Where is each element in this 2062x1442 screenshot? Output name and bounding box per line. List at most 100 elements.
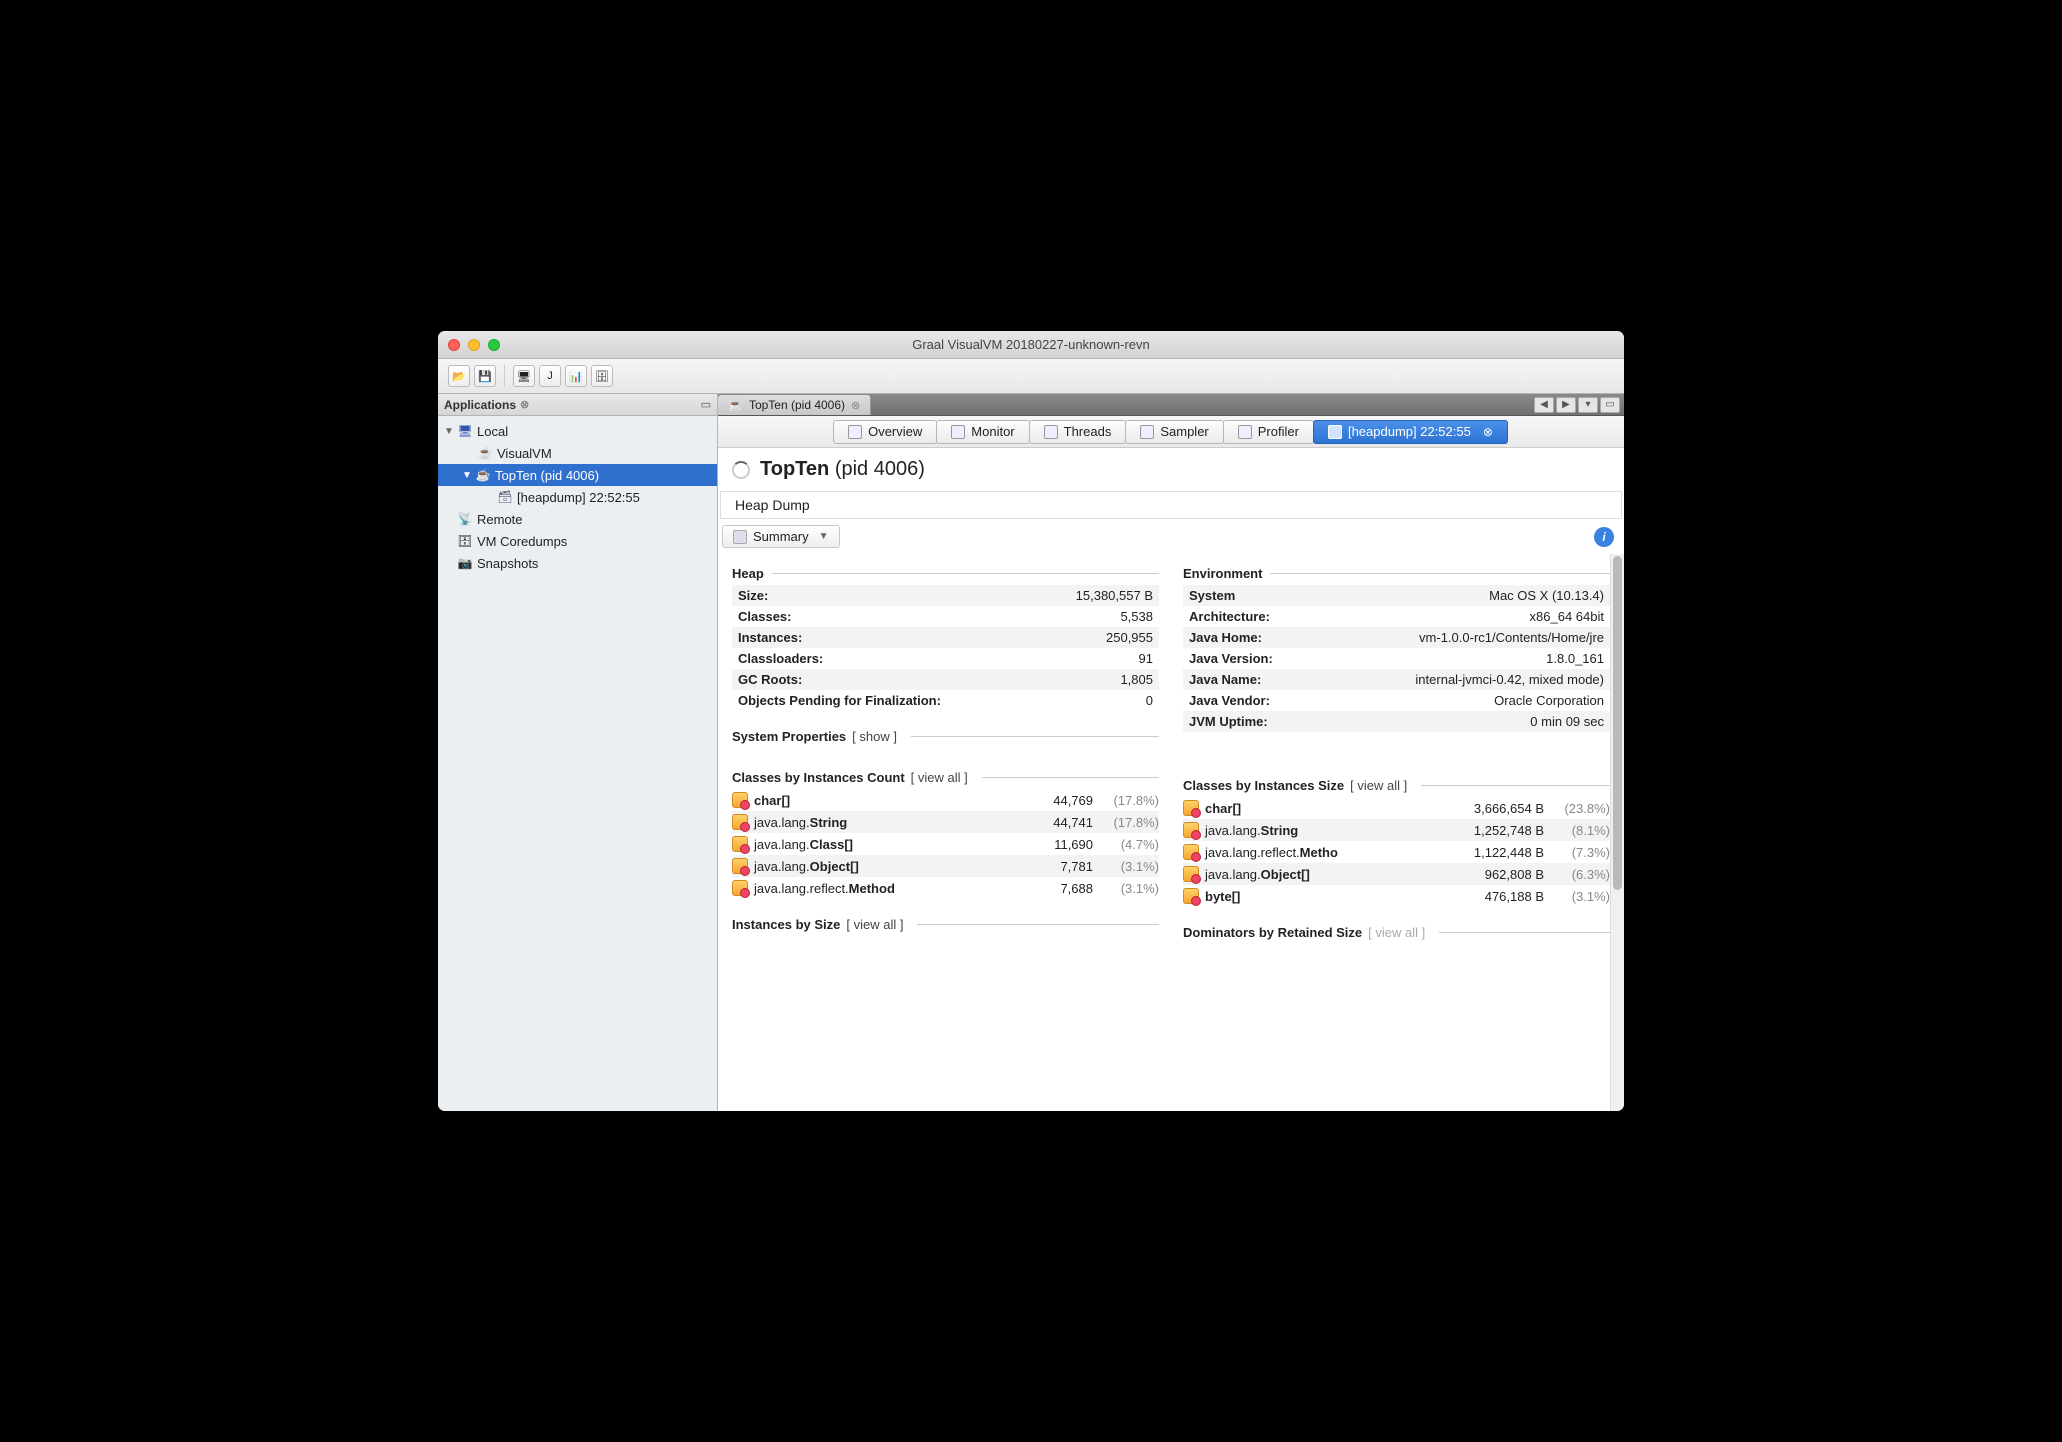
inst-by-size-viewall-link[interactable]: [ view all ] xyxy=(846,917,903,932)
toolbar-add-remote-icon[interactable]: 🖥 xyxy=(513,365,535,387)
view-tab-label: Threads xyxy=(1064,424,1112,439)
kv-value: x86_64 64bit xyxy=(1530,609,1604,624)
kv-value: 250,955 xyxy=(1106,630,1153,645)
toolbar-add-jmx-icon[interactable]: J xyxy=(539,365,561,387)
view-tab-label: Sampler xyxy=(1160,424,1208,439)
class-row[interactable]: java.lang.Class[]11,690(4.7%) xyxy=(732,833,1159,855)
class-name: java.lang.String xyxy=(1205,823,1298,838)
class-row[interactable]: java.lang.String 1,252,748 B (8.1%) xyxy=(1183,819,1610,841)
scrollbar-thumb[interactable] xyxy=(1613,556,1622,890)
class-row[interactable]: java.lang.Object[]962,808 B(6.3%) xyxy=(1183,863,1610,885)
view-selector-dropdown[interactable]: Summary ▼ xyxy=(722,525,840,548)
class-name: java.lang.Object[] xyxy=(754,859,859,874)
kv-row: GC Roots:1,805 xyxy=(732,669,1159,690)
view-tab-sampler[interactable]: Sampler xyxy=(1125,420,1223,444)
class-count: 44,741 xyxy=(1013,815,1093,830)
kv-value: 91 xyxy=(1139,651,1153,666)
kv-row: System Mac OS X (10.13.4) xyxy=(1183,585,1610,606)
kv-row: Objects Pending for Finalization:0 xyxy=(732,690,1159,711)
kv-row: Classes:5,538 xyxy=(732,606,1159,627)
tree-heapdump-label: [heapdump] 22:52:55 xyxy=(517,490,640,505)
class-count: 1,252,748 B xyxy=(1464,823,1544,838)
info-button[interactable]: i xyxy=(1594,527,1614,547)
toolbar-open-icon[interactable]: 📂 xyxy=(448,365,470,387)
tree-snapshots-node[interactable]: 📷 Snapshots xyxy=(438,552,717,574)
dominators-viewall-link[interactable]: [ view all ] xyxy=(1368,925,1425,940)
sampler-icon xyxy=(1140,425,1154,439)
class-row[interactable]: java.lang.Object[]7,781(3.1%) xyxy=(732,855,1159,877)
chevron-down-icon[interactable]: ▼ xyxy=(444,426,456,437)
page-title: TopTen (pid 4006) xyxy=(718,448,1624,491)
app-window: Graal VisualVM 20180227-unknown-revn 📂 💾… xyxy=(438,331,1624,1111)
sysprops-show-link[interactable]: [ show ] xyxy=(852,729,897,744)
view-tab-threads[interactable]: Threads xyxy=(1029,420,1127,444)
tree-remote-node[interactable]: 📡 Remote xyxy=(438,508,717,530)
applications-panel: Applications ⊗ ▭ ▼ 🖥 Local ☕ VisualVM ▼ … xyxy=(438,394,718,1111)
class-row[interactable]: java.lang.reflect.Method7,688(3.1%) xyxy=(732,877,1159,899)
class-icon xyxy=(1183,888,1199,904)
heapdump-content: TopTen (pid 4006) Heap Dump Summary ▼ i xyxy=(718,448,1624,1111)
kv-row: Java Name: internal-jvmci-0.42, mixed mod… xyxy=(1183,669,1610,690)
applications-panel-close-icon[interactable]: ⊗ xyxy=(520,398,529,411)
class-row[interactable]: char[]3,666,654 B(23.8%) xyxy=(1183,797,1610,819)
class-name: java.lang.Class[] xyxy=(754,837,853,852)
by-size-section-title: Classes by Instances Size xyxy=(1183,778,1344,793)
tree-topten-label: TopTen (pid 4006) xyxy=(495,468,599,483)
class-row[interactable]: byte[]476,188 B(3.1%) xyxy=(1183,885,1610,907)
view-tab-monitor[interactable]: Monitor xyxy=(936,420,1029,444)
tree-snapshots-label: Snapshots xyxy=(477,556,538,571)
class-count: 7,781 xyxy=(1013,859,1093,874)
view-tab-heapdump[interactable]: [heapdump] 22:52:55 ⊗ xyxy=(1313,420,1508,444)
heapdump-icon: 🗃 xyxy=(496,489,514,505)
class-row[interactable]: java.lang.reflect.Metho1,122,448 B(7.3%) xyxy=(1183,841,1610,863)
class-row[interactable]: java.lang.String44,741(17.8%) xyxy=(732,811,1159,833)
view-tab-overview[interactable]: Overview xyxy=(833,420,937,444)
tab-maximize-button[interactable]: ▭ xyxy=(1600,397,1620,413)
dominators-section-title: Dominators by Retained Size xyxy=(1183,925,1362,940)
close-tab-icon[interactable]: ⊗ xyxy=(851,399,860,412)
editor-tabstrip: ☕ TopTen (pid 4006) ⊗ ◀ ▶ ▾ ▭ xyxy=(718,394,1624,416)
view-tab-label: [heapdump] 22:52:55 xyxy=(1348,424,1471,439)
tree-topten-node[interactable]: ▼ ☕ TopTen (pid 4006) xyxy=(438,464,717,486)
class-icon xyxy=(1183,800,1199,816)
tab-next-button[interactable]: ▶ xyxy=(1556,397,1576,413)
tree-heapdump-node[interactable]: 🗃 [heapdump] 22:52:55 xyxy=(438,486,717,508)
view-tab-label: Overview xyxy=(868,424,922,439)
loading-spinner-icon xyxy=(732,461,750,479)
by-count-viewall-link[interactable]: [ view all ] xyxy=(911,770,968,785)
editor-tab-label: TopTen (pid 4006) xyxy=(749,398,845,412)
tab-list-button[interactable]: ▾ xyxy=(1578,397,1598,413)
class-name: char[] xyxy=(1205,801,1241,816)
kv-key: Java Name: xyxy=(1189,672,1261,687)
by-count-section-title: Classes by Instances Count xyxy=(732,770,905,785)
class-count: 1,122,448 B xyxy=(1464,845,1544,860)
class-row[interactable]: char[]44,769(17.8%) xyxy=(732,789,1159,811)
content-subheader: Heap Dump xyxy=(720,491,1622,519)
kv-value: Mac OS X (10.13.4) xyxy=(1489,588,1604,603)
editor-tab-topten[interactable]: ☕ TopTen (pid 4006) ⊗ xyxy=(718,395,871,415)
heapdump-icon xyxy=(1328,425,1342,439)
toolbar-add-coredump-icon[interactable]: 🗄 xyxy=(591,365,613,387)
class-name: java.lang.String xyxy=(754,815,847,830)
tree-visualvm-node[interactable]: ☕ VisualVM xyxy=(438,442,717,464)
applications-panel-minimize-icon[interactable]: ▭ xyxy=(701,398,711,411)
kv-key: System xyxy=(1189,588,1235,603)
class-count: 476,188 B xyxy=(1464,889,1544,904)
kv-value: internal-jvmci-0.42, mixed mode) xyxy=(1415,672,1604,687)
tree-local-node[interactable]: ▼ 🖥 Local xyxy=(438,420,717,442)
view-tab-profiler[interactable]: Profiler xyxy=(1223,420,1314,444)
close-view-icon[interactable]: ⊗ xyxy=(1483,425,1493,439)
tree-remote-label: Remote xyxy=(477,512,523,527)
vertical-scrollbar[interactable] xyxy=(1610,554,1624,1111)
summary-scroll[interactable]: Heap Size:15,380,557 BClasses:5,538Insta… xyxy=(718,554,1624,1111)
tab-prev-button[interactable]: ◀ xyxy=(1534,397,1554,413)
toolbar-add-snapshot-icon[interactable]: 📊 xyxy=(565,365,587,387)
class-percent: (8.1%) xyxy=(1550,823,1610,838)
by-size-viewall-link[interactable]: [ view all ] xyxy=(1350,778,1407,793)
toolbar-save-icon[interactable]: 💾 xyxy=(474,365,496,387)
class-percent: (23.8%) xyxy=(1550,801,1610,816)
tree-coredumps-node[interactable]: 🗄 VM Coredumps xyxy=(438,530,717,552)
class-percent: (7.3%) xyxy=(1550,845,1610,860)
kv-key: JVM Uptime: xyxy=(1189,714,1268,729)
chevron-down-icon[interactable]: ▼ xyxy=(462,470,474,481)
